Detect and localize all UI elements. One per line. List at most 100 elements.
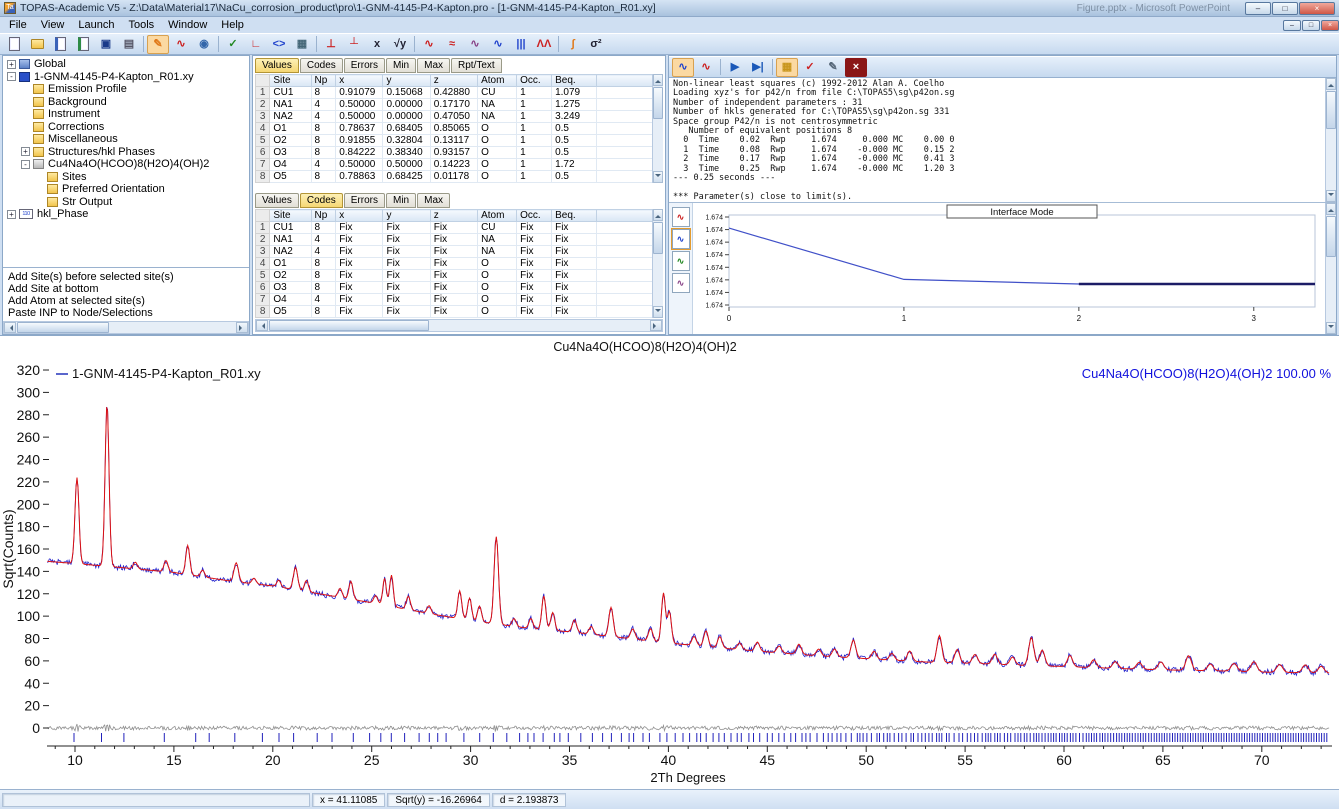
cell[interactable]: Fix (383, 294, 430, 306)
cell[interactable]: O (478, 135, 517, 147)
column-header[interactable]: Site (270, 210, 311, 222)
menu-help[interactable]: Help (214, 18, 251, 32)
row-number[interactable]: 2 (256, 99, 270, 111)
child-minimize-button[interactable]: – (1283, 20, 1301, 31)
cell[interactable]: Fix (552, 282, 597, 294)
column-header[interactable]: Beq. (552, 210, 597, 222)
row-number[interactable]: 6 (256, 282, 270, 294)
cell[interactable]: 1 (517, 111, 552, 123)
cell[interactable]: 4 (311, 294, 336, 306)
cell[interactable]: Fix (336, 294, 383, 306)
cell[interactable]: 8 (311, 171, 336, 183)
cell[interactable]: 1 (517, 123, 552, 135)
cell[interactable]: 8 (311, 282, 336, 294)
thumb-misc-chart[interactable]: ∿ (672, 273, 690, 293)
scroll-down-button[interactable] (1326, 190, 1336, 202)
cell[interactable]: Fix (336, 270, 383, 282)
column-header[interactable]: Atom (478, 210, 517, 222)
row-number[interactable]: 1 (256, 87, 270, 99)
cell[interactable]: 0.84222 (336, 147, 383, 159)
scrollbar-thumb[interactable] (1326, 216, 1336, 257)
cell[interactable]: NA1 (270, 99, 311, 111)
action-add-site-s-before-selected-site-s[interactable]: Add Site(s) before selected site(s) (8, 271, 249, 283)
scroll-up-button[interactable] (1326, 203, 1336, 215)
cell[interactable]: 0.91079 (336, 87, 383, 99)
cell[interactable]: 0.50000 (383, 159, 430, 171)
menu-launch[interactable]: Launch (71, 18, 121, 32)
cell[interactable]: 0.5 (552, 147, 597, 159)
cell[interactable]: Fix (517, 270, 552, 282)
row-number[interactable]: 3 (256, 111, 270, 123)
cell[interactable]: Fix (430, 258, 477, 270)
zoom-button[interactable]: ◉ (193, 35, 215, 54)
cell[interactable]: NA (478, 234, 517, 246)
cell[interactable]: CU1 (270, 87, 311, 99)
action-paste-inp-to-node-selections[interactable]: Paste INP to Node/Selections (8, 307, 249, 319)
cell[interactable]: 0.68405 (383, 123, 430, 135)
cell[interactable]: 0.32804 (383, 135, 430, 147)
scroll-up-button[interactable] (653, 209, 663, 221)
cell[interactable]: 4 (311, 99, 336, 111)
tree-expander[interactable]: - (7, 72, 16, 81)
cell[interactable]: O1 (270, 123, 311, 135)
cell[interactable]: Fix (517, 258, 552, 270)
close-button[interactable]: × (1299, 2, 1335, 15)
row-number[interactable]: 6 (256, 147, 270, 159)
tree-expander[interactable]: - (21, 160, 30, 169)
scroll-left-button[interactable] (4, 322, 16, 333)
row-number[interactable]: 8 (256, 171, 270, 183)
cell[interactable]: 0.68425 (383, 171, 430, 183)
cell[interactable]: Fix (383, 258, 430, 270)
scrollbar-track[interactable] (653, 86, 663, 171)
cell[interactable]: CU (478, 87, 517, 99)
action-add-atom-at-selected-site-s[interactable]: Add Atom at selected site(s) (8, 295, 249, 307)
cell[interactable]: Fix (552, 222, 597, 234)
cell[interactable]: O5 (270, 306, 311, 318)
scroll-left-button[interactable] (256, 320, 268, 331)
run-button[interactable]: ▶ (724, 58, 746, 77)
column-header[interactable]: y (383, 210, 430, 222)
baseline-button[interactable]: ⊥ (320, 35, 342, 54)
cell[interactable]: Fix (552, 294, 597, 306)
fit-text-button[interactable]: ∿ (695, 58, 717, 77)
cell[interactable]: Fix (383, 282, 430, 294)
cell[interactable]: 0.85065 (430, 123, 477, 135)
baseline2-button[interactable]: ┴ (343, 35, 365, 54)
cell[interactable]: 8 (311, 147, 336, 159)
cell[interactable]: 0.78863 (336, 171, 383, 183)
cell[interactable]: 4 (311, 246, 336, 258)
thumb-convergence-chart[interactable]: ∿ (672, 251, 690, 271)
maximize-button[interactable]: □ (1272, 2, 1298, 15)
cell[interactable]: O5 (270, 171, 311, 183)
cell[interactable]: O4 (270, 159, 311, 171)
cell[interactable]: 1.079 (552, 87, 597, 99)
menu-view[interactable]: View (34, 18, 72, 32)
wave-blue-button[interactable]: ∿ (487, 35, 509, 54)
scroll-down-button[interactable] (1326, 322, 1336, 334)
column-header[interactable]: z (430, 210, 477, 222)
cell[interactable]: Fix (517, 306, 552, 318)
peaks-button[interactable]: ΛΛ (533, 35, 555, 54)
integral-button[interactable]: ∫ (562, 35, 584, 54)
hkl-ticks-button[interactable]: ||| (510, 35, 532, 54)
cell[interactable]: 4 (311, 234, 336, 246)
row-number[interactable]: 5 (256, 270, 270, 282)
cell[interactable]: Fix (430, 282, 477, 294)
cell[interactable]: NA2 (270, 111, 311, 123)
tree-item[interactable]: Instrument (3, 108, 249, 121)
cell[interactable]: Fix (336, 246, 383, 258)
cell[interactable]: 4 (311, 159, 336, 171)
cell[interactable]: 1.72 (552, 159, 597, 171)
cell[interactable]: 0.01178 (430, 171, 477, 183)
tab-max[interactable]: Max (417, 58, 450, 73)
rwp-chart[interactable]: 1.6741.6741.6741.6741.6741.6741.6741.674… (693, 203, 1325, 334)
cell[interactable]: 0.5 (552, 135, 597, 147)
column-header[interactable]: x (336, 75, 383, 87)
cell[interactable]: CU (478, 222, 517, 234)
tree-item[interactable]: +110hkl_Phase (3, 208, 249, 221)
column-header[interactable]: Site (270, 75, 311, 87)
row-number[interactable]: 1 (256, 222, 270, 234)
scrollbar-thumb[interactable] (653, 87, 663, 119)
cell[interactable]: 1.275 (552, 99, 597, 111)
cell[interactable]: O (478, 171, 517, 183)
